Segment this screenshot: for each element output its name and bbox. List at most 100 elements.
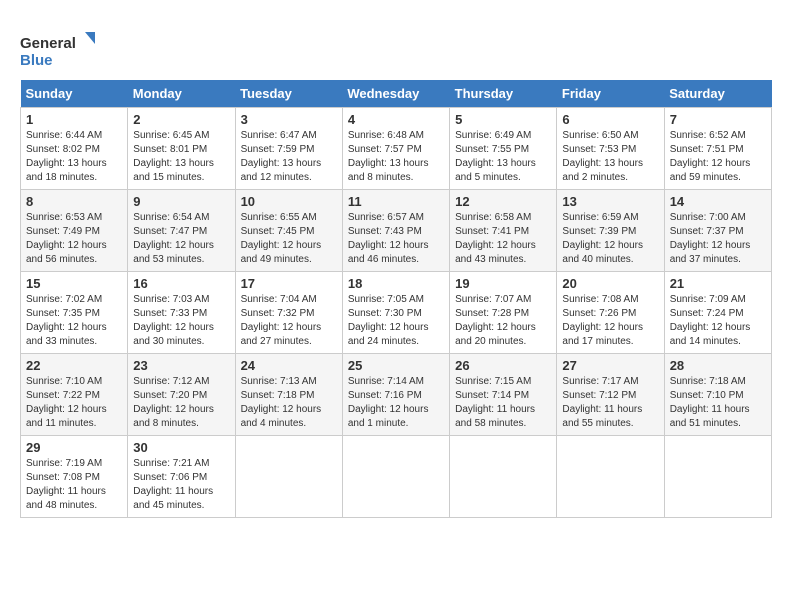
day-number: 24	[241, 358, 337, 373]
empty-cell	[664, 436, 771, 518]
calendar-cell-day-22: 22 Sunrise: 7:10 AMSunset: 7:22 PMDayligh…	[21, 354, 128, 436]
calendar-cell-day-9: 9 Sunrise: 6:54 AMSunset: 7:47 PMDaylight…	[128, 190, 235, 272]
day-number: 13	[562, 194, 658, 209]
calendar-cell-day-23: 23 Sunrise: 7:12 AMSunset: 7:20 PMDayligh…	[128, 354, 235, 436]
day-info: Sunrise: 6:44 AMSunset: 8:02 PMDaylight:…	[26, 129, 122, 185]
day-info: Sunrise: 7:13 AMSunset: 7:18 PMDaylight:…	[241, 375, 337, 431]
day-info: Sunrise: 6:48 AMSunset: 7:57 PMDaylight:…	[348, 129, 444, 185]
header: General Blue	[20, 20, 772, 70]
day-number: 3	[241, 112, 337, 127]
col-saturday: Saturday	[664, 80, 771, 108]
calendar-row: 8 Sunrise: 6:53 AMSunset: 7:49 PMDaylight…	[21, 190, 772, 272]
day-info: Sunrise: 7:15 AMSunset: 7:14 PMDaylight:…	[455, 375, 551, 431]
calendar-cell-day-14: 14 Sunrise: 7:00 AMSunset: 7:37 PMDayligh…	[664, 190, 771, 272]
calendar-row: 22 Sunrise: 7:10 AMSunset: 7:22 PMDayligh…	[21, 354, 772, 436]
day-number: 22	[26, 358, 122, 373]
svg-text:General: General	[20, 35, 76, 52]
day-number: 8	[26, 194, 122, 209]
day-info: Sunrise: 6:52 AMSunset: 7:51 PMDaylight:…	[670, 129, 766, 185]
day-number: 2	[133, 112, 229, 127]
empty-cell	[450, 436, 557, 518]
calendar-cell-day-15: 15 Sunrise: 7:02 AMSunset: 7:35 PMDayligh…	[21, 272, 128, 354]
calendar-cell-day-20: 20Sunrise: 7:08 AMSunset: 7:26 PMDayligh…	[557, 272, 664, 354]
calendar-cell-day-7: 7 Sunrise: 6:52 AMSunset: 7:51 PMDaylight…	[664, 108, 771, 190]
day-number: 1	[26, 112, 122, 127]
calendar-cell-day-8: 8 Sunrise: 6:53 AMSunset: 7:49 PMDaylight…	[21, 190, 128, 272]
day-info: Sunrise: 7:05 AMSunset: 7:30 PMDaylight:…	[348, 293, 444, 349]
calendar-row: 1 Sunrise: 6:44 AMSunset: 8:02 PMDaylight…	[21, 108, 772, 190]
svg-text:Blue: Blue	[20, 52, 53, 69]
calendar-cell-day-17: 17 Sunrise: 7:04 AMSunset: 7:32 PMDayligh…	[235, 272, 342, 354]
day-info: Sunrise: 7:03 AMSunset: 7:33 PMDaylight:…	[133, 293, 229, 349]
col-thursday: Thursday	[450, 80, 557, 108]
day-number: 15	[26, 276, 122, 291]
day-info: Sunrise: 7:09 AMSunset: 7:24 PMDaylight:…	[670, 293, 766, 349]
day-number: 9	[133, 194, 229, 209]
calendar-cell-day-27: 27 Sunrise: 7:17 AMSunset: 7:12 PMDayligh…	[557, 354, 664, 436]
header-row: Sunday Monday Tuesday Wednesday Thursday…	[21, 80, 772, 108]
day-info: Sunrise: 7:18 AMSunset: 7:10 PMDaylight:…	[670, 375, 766, 431]
calendar-cell-day-18: 18 Sunrise: 7:05 AMSunset: 7:30 PMDayligh…	[342, 272, 449, 354]
day-info: Sunrise: 7:07 AMSunset: 7:28 PMDaylight:…	[455, 293, 551, 349]
day-number: 6	[562, 112, 658, 127]
day-info: Sunrise: 7:02 AMSunset: 7:35 PMDaylight:…	[26, 293, 122, 349]
day-info: Sunrise: 7:17 AMSunset: 7:12 PMDaylight:…	[562, 375, 658, 431]
day-number: 29	[26, 440, 122, 455]
col-friday: Friday	[557, 80, 664, 108]
day-info: Sunrise: 7:14 AMSunset: 7:16 PMDaylight:…	[348, 375, 444, 431]
logo-svg: General Blue	[20, 30, 100, 70]
day-number: 20	[562, 276, 658, 291]
day-number: 27	[562, 358, 658, 373]
calendar-cell-day-12: 12 Sunrise: 6:58 AMSunset: 7:41 PMDayligh…	[450, 190, 557, 272]
day-info: Sunrise: 6:57 AMSunset: 7:43 PMDaylight:…	[348, 211, 444, 267]
calendar-table: Sunday Monday Tuesday Wednesday Thursday…	[20, 80, 772, 518]
calendar-cell-day-1: 1 Sunrise: 6:44 AMSunset: 8:02 PMDaylight…	[21, 108, 128, 190]
day-info: Sunrise: 6:59 AMSunset: 7:39 PMDaylight:…	[562, 211, 658, 267]
empty-cell	[557, 436, 664, 518]
day-number: 4	[348, 112, 444, 127]
day-number: 25	[348, 358, 444, 373]
day-number: 23	[133, 358, 229, 373]
calendar-cell-day-19: 19 Sunrise: 7:07 AMSunset: 7:28 PMDayligh…	[450, 272, 557, 354]
day-info: Sunrise: 6:55 AMSunset: 7:45 PMDaylight:…	[241, 211, 337, 267]
logo: General Blue	[20, 30, 100, 70]
day-info: Sunrise: 7:00 AMSunset: 7:37 PMDaylight:…	[670, 211, 766, 267]
day-number: 10	[241, 194, 337, 209]
day-info: Sunrise: 6:47 AMSunset: 7:59 PMDaylight:…	[241, 129, 337, 185]
calendar-cell-day-24: 24 Sunrise: 7:13 AMSunset: 7:18 PMDayligh…	[235, 354, 342, 436]
calendar-cell-day-26: 26Sunrise: 7:15 AMSunset: 7:14 PMDayligh…	[450, 354, 557, 436]
empty-cell	[342, 436, 449, 518]
col-wednesday: Wednesday	[342, 80, 449, 108]
calendar-cell-day-4: 4 Sunrise: 6:48 AMSunset: 7:57 PMDaylight…	[342, 108, 449, 190]
day-number: 12	[455, 194, 551, 209]
day-number: 18	[348, 276, 444, 291]
day-info: Sunrise: 7:04 AMSunset: 7:32 PMDaylight:…	[241, 293, 337, 349]
day-number: 21	[670, 276, 766, 291]
day-number: 14	[670, 194, 766, 209]
day-info: Sunrise: 6:58 AMSunset: 7:41 PMDaylight:…	[455, 211, 551, 267]
calendar-cell-day-16: 16 Sunrise: 7:03 AMSunset: 7:33 PMDayligh…	[128, 272, 235, 354]
col-monday: Monday	[128, 80, 235, 108]
day-number: 16	[133, 276, 229, 291]
calendar-cell-day-11: 11Sunrise: 6:57 AMSunset: 7:43 PMDayligh…	[342, 190, 449, 272]
col-sunday: Sunday	[21, 80, 128, 108]
calendar-cell-day-6: 6 Sunrise: 6:50 AMSunset: 7:53 PMDaylight…	[557, 108, 664, 190]
empty-cell	[235, 436, 342, 518]
day-info: Sunrise: 7:12 AMSunset: 7:20 PMDaylight:…	[133, 375, 229, 431]
calendar-cell-day-28: 28Sunrise: 7:18 AMSunset: 7:10 PMDayligh…	[664, 354, 771, 436]
day-number: 7	[670, 112, 766, 127]
day-info: Sunrise: 7:10 AMSunset: 7:22 PMDaylight:…	[26, 375, 122, 431]
day-info: Sunrise: 6:54 AMSunset: 7:47 PMDaylight:…	[133, 211, 229, 267]
day-number: 17	[241, 276, 337, 291]
day-info: Sunrise: 6:49 AMSunset: 7:55 PMDaylight:…	[455, 129, 551, 185]
day-info: Sunrise: 6:53 AMSunset: 7:49 PMDaylight:…	[26, 211, 122, 267]
calendar-cell-day-10: 10 Sunrise: 6:55 AMSunset: 7:45 PMDayligh…	[235, 190, 342, 272]
day-info: Sunrise: 6:50 AMSunset: 7:53 PMDaylight:…	[562, 129, 658, 185]
calendar-row: 15 Sunrise: 7:02 AMSunset: 7:35 PMDayligh…	[21, 272, 772, 354]
day-number: 30	[133, 440, 229, 455]
day-number: 19	[455, 276, 551, 291]
calendar-cell-day-21: 21 Sunrise: 7:09 AMSunset: 7:24 PMDayligh…	[664, 272, 771, 354]
calendar-cell-day-2: 2Sunrise: 6:45 AMSunset: 8:01 PMDaylight…	[128, 108, 235, 190]
day-info: Sunrise: 7:19 AMSunset: 7:08 PMDaylight:…	[26, 457, 122, 513]
calendar-cell-day-29: 29 Sunrise: 7:19 AMSunset: 7:08 PMDayligh…	[21, 436, 128, 518]
